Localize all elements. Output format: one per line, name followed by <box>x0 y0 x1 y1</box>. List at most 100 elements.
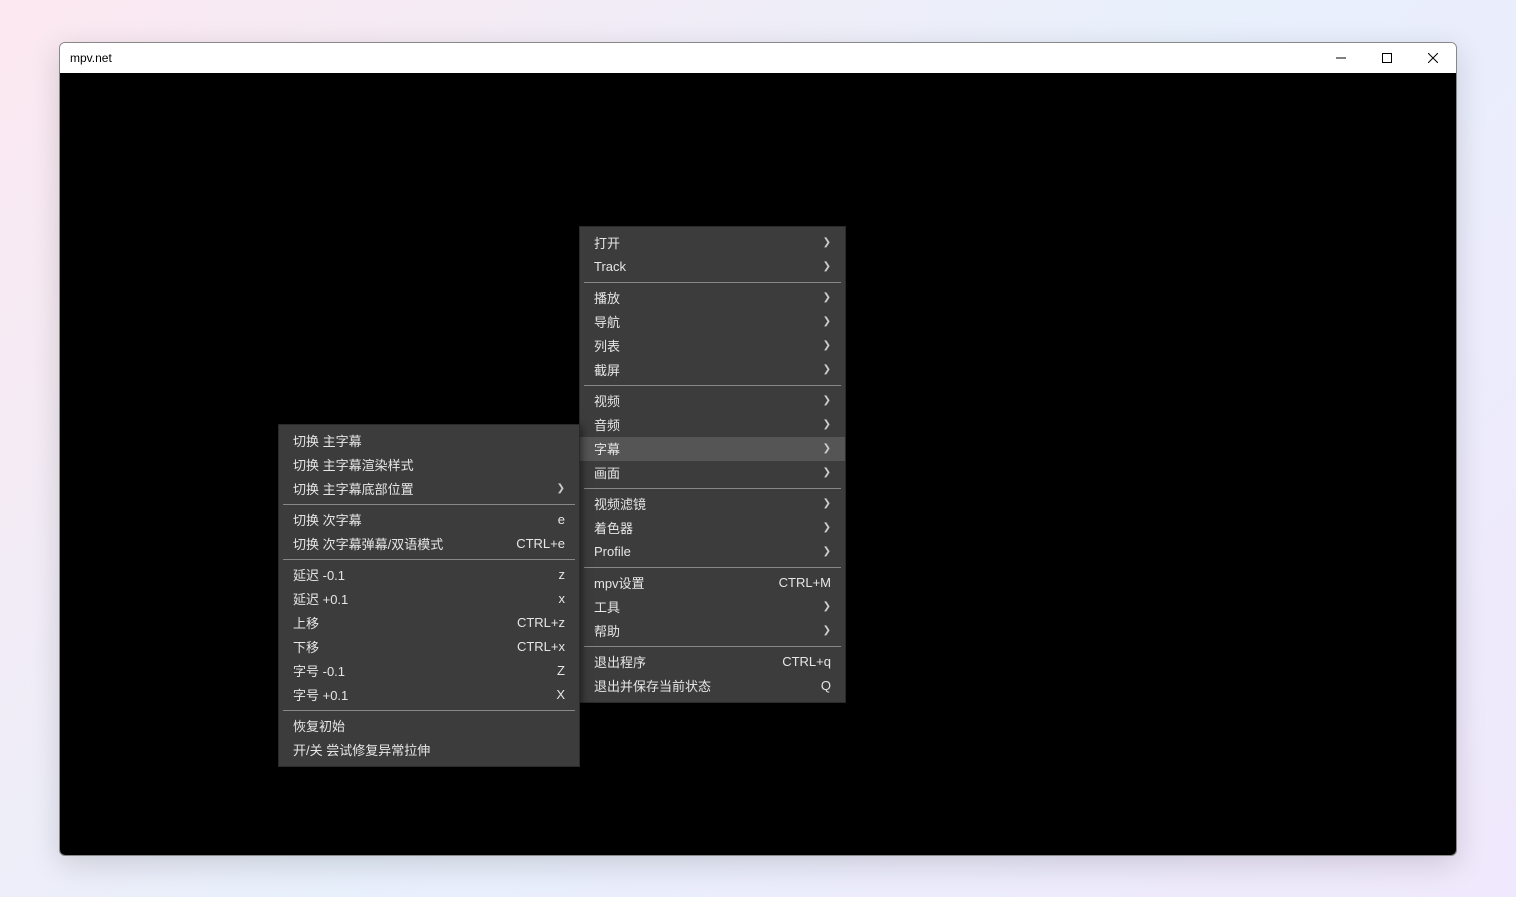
menu-item-label: Track <box>594 259 803 274</box>
menu-item-label: 打开 <box>594 233 803 252</box>
menu-item-label: 播放 <box>594 288 803 307</box>
menu-separator <box>283 710 575 711</box>
menu-item-label: 延迟 +0.1 <box>293 589 529 608</box>
main_menu-item[interactable]: Track❯ <box>580 255 845 279</box>
main_menu-item[interactable]: 画面 ❯ <box>580 461 845 485</box>
chevron-right-icon: ❯ <box>823 316 831 327</box>
context-menu-subtitle: 切换 主字幕切换 主字幕渲染样式切换 主字幕底部位置❯切换 次字幕e切换 次字幕… <box>278 424 580 767</box>
main_menu-item[interactable]: 导航❯ <box>580 310 845 334</box>
window-title: mpv.net <box>70 51 112 65</box>
sub_menu-item[interactable]: 字号 +0.1X <box>279 683 579 707</box>
sub_menu-item[interactable]: 切换 主字幕渲染样式 <box>279 453 579 477</box>
main_menu-item[interactable]: mpv设置 CTRL+M <box>580 571 845 595</box>
video-area[interactable]: 打开❯Track❯播放❯导航❯列表❯截屏❯视频❯音频❯字幕❯画面❯视频滤镜❯着色… <box>60 73 1456 855</box>
menu-item-label: 延迟 -0.1 <box>293 565 529 584</box>
main_menu-item[interactable]: 工具 ❯ <box>580 595 845 619</box>
main_menu-item[interactable]: 视频滤镜❯ <box>580 492 845 516</box>
main_menu-item[interactable]: 着色器 ❯ <box>580 516 845 540</box>
minimize-button[interactable] <box>1318 43 1364 73</box>
sub_menu-item[interactable]: 切换 次字幕弹幕/双语模式CTRL+e <box>279 532 579 556</box>
chevron-right-icon: ❯ <box>823 237 831 248</box>
menu-item-shortcut: CTRL+z <box>517 615 565 630</box>
maximize-button[interactable] <box>1364 43 1410 73</box>
main_menu-item[interactable]: 打开 ❯ <box>580 231 845 255</box>
main_menu-item[interactable]: 音频 ❯ <box>580 413 845 437</box>
chevron-right-icon: ❯ <box>823 292 831 303</box>
sub_menu-item[interactable]: 上移 CTRL+z <box>279 611 579 635</box>
menu-item-shortcut: CTRL+q <box>782 654 831 669</box>
menu-item-label: 音频 <box>594 415 803 434</box>
main_menu-item[interactable]: 播放 ❯ <box>580 286 845 310</box>
sub_menu-item[interactable]: 下移 CTRL+x <box>279 635 579 659</box>
chevron-right-icon: ❯ <box>823 522 831 533</box>
menu-separator <box>283 559 575 560</box>
menu-item-label: 画面 <box>594 463 803 482</box>
sub_menu-item[interactable]: 开/关 尝试修复异常拉伸 <box>279 738 579 762</box>
close-button[interactable] <box>1410 43 1456 73</box>
menu-separator <box>584 488 841 489</box>
menu-item-label: 退出程序 <box>594 652 752 671</box>
app-window: mpv.net 打开❯Track❯播放❯导航❯列表❯截屏❯视频❯音频❯字幕❯画面… <box>59 42 1457 856</box>
chevron-right-icon: ❯ <box>823 443 831 454</box>
maximize-icon <box>1382 53 1392 63</box>
chevron-right-icon: ❯ <box>823 395 831 406</box>
sub_menu-item[interactable]: 字号 -0.1 Z <box>279 659 579 683</box>
menu-item-label: 上移 <box>293 613 487 632</box>
menu-item-shortcut: Q <box>821 678 831 693</box>
menu-item-shortcut: Z <box>557 663 565 678</box>
menu-item-label: 视频 <box>594 391 803 410</box>
main_menu-item[interactable]: Profile❯ <box>580 540 845 564</box>
sub_menu-item[interactable]: 延迟 +0.1 x <box>279 587 579 611</box>
menu-item-label: 字号 -0.1 <box>293 661 527 680</box>
chevron-right-icon: ❯ <box>823 419 831 430</box>
menu-item-label: 工具 <box>594 597 803 616</box>
main_menu-item[interactable]: 帮助 ❯ <box>580 619 845 643</box>
menu-item-label: 下移 <box>293 637 487 656</box>
chevron-right-icon: ❯ <box>823 467 831 478</box>
menu-item-label: 帮助 <box>594 621 803 640</box>
sub_menu-item[interactable]: 恢复初始 <box>279 714 579 738</box>
main_menu-item[interactable]: 退出程序 CTRL+q <box>580 650 845 674</box>
menu-item-label: 切换 次字幕 <box>293 510 528 529</box>
chevron-right-icon: ❯ <box>823 546 831 557</box>
chevron-right-icon: ❯ <box>823 364 831 375</box>
main_menu-item[interactable]: 列表 ❯ <box>580 334 845 358</box>
main_menu-item[interactable]: 退出并保存当前状态 Q <box>580 674 845 698</box>
main_menu-item[interactable]: 字幕❯ <box>580 437 845 461</box>
menu-separator <box>584 646 841 647</box>
menu-item-label: 切换 主字幕 <box>293 431 565 450</box>
window-controls <box>1318 43 1456 73</box>
sub_menu-item[interactable]: 延迟 -0.1 z <box>279 563 579 587</box>
menu-item-label: 截屏 <box>594 360 803 379</box>
menu-item-label: 切换 次字幕弹幕/双语模式 <box>293 534 486 553</box>
menu-item-label: 退出并保存当前状态 <box>594 676 791 695</box>
menu-item-label: 恢复初始 <box>293 716 565 735</box>
main_menu-item[interactable]: 截屏 ❯ <box>580 358 845 382</box>
chevron-right-icon: ❯ <box>823 601 831 612</box>
menu-item-label: mpv设置 <box>594 573 749 592</box>
chevron-right-icon: ❯ <box>823 340 831 351</box>
menu-item-shortcut: CTRL+x <box>517 639 565 654</box>
menu-item-label: 着色器 <box>594 518 803 537</box>
chevron-right-icon: ❯ <box>823 625 831 636</box>
chevron-right-icon: ❯ <box>823 498 831 509</box>
menu-separator <box>584 282 841 283</box>
titlebar[interactable]: mpv.net <box>60 43 1456 73</box>
minimize-icon <box>1336 53 1346 63</box>
sub_menu-item[interactable]: 切换 次字幕e <box>279 508 579 532</box>
menu-separator <box>283 504 575 505</box>
sub_menu-item[interactable]: 切换 主字幕 <box>279 429 579 453</box>
context-menu-main: 打开❯Track❯播放❯导航❯列表❯截屏❯视频❯音频❯字幕❯画面❯视频滤镜❯着色… <box>579 226 846 703</box>
main_menu-item[interactable]: 视频 ❯ <box>580 389 845 413</box>
menu-item-label: 列表 <box>594 336 803 355</box>
menu-separator <box>584 385 841 386</box>
close-icon <box>1428 53 1438 63</box>
menu-item-label: 切换 主字幕渲染样式 <box>293 455 565 474</box>
menu-item-shortcut: CTRL+M <box>779 575 831 590</box>
menu-item-shortcut: z <box>559 567 566 582</box>
chevron-right-icon: ❯ <box>557 483 565 494</box>
menu-item-shortcut: x <box>559 591 566 606</box>
menu-item-label: 开/关 尝试修复异常拉伸 <box>293 740 565 759</box>
menu-item-label: 切换 主字幕底部位置 <box>293 479 537 498</box>
sub_menu-item[interactable]: 切换 主字幕底部位置 ❯ <box>279 477 579 501</box>
